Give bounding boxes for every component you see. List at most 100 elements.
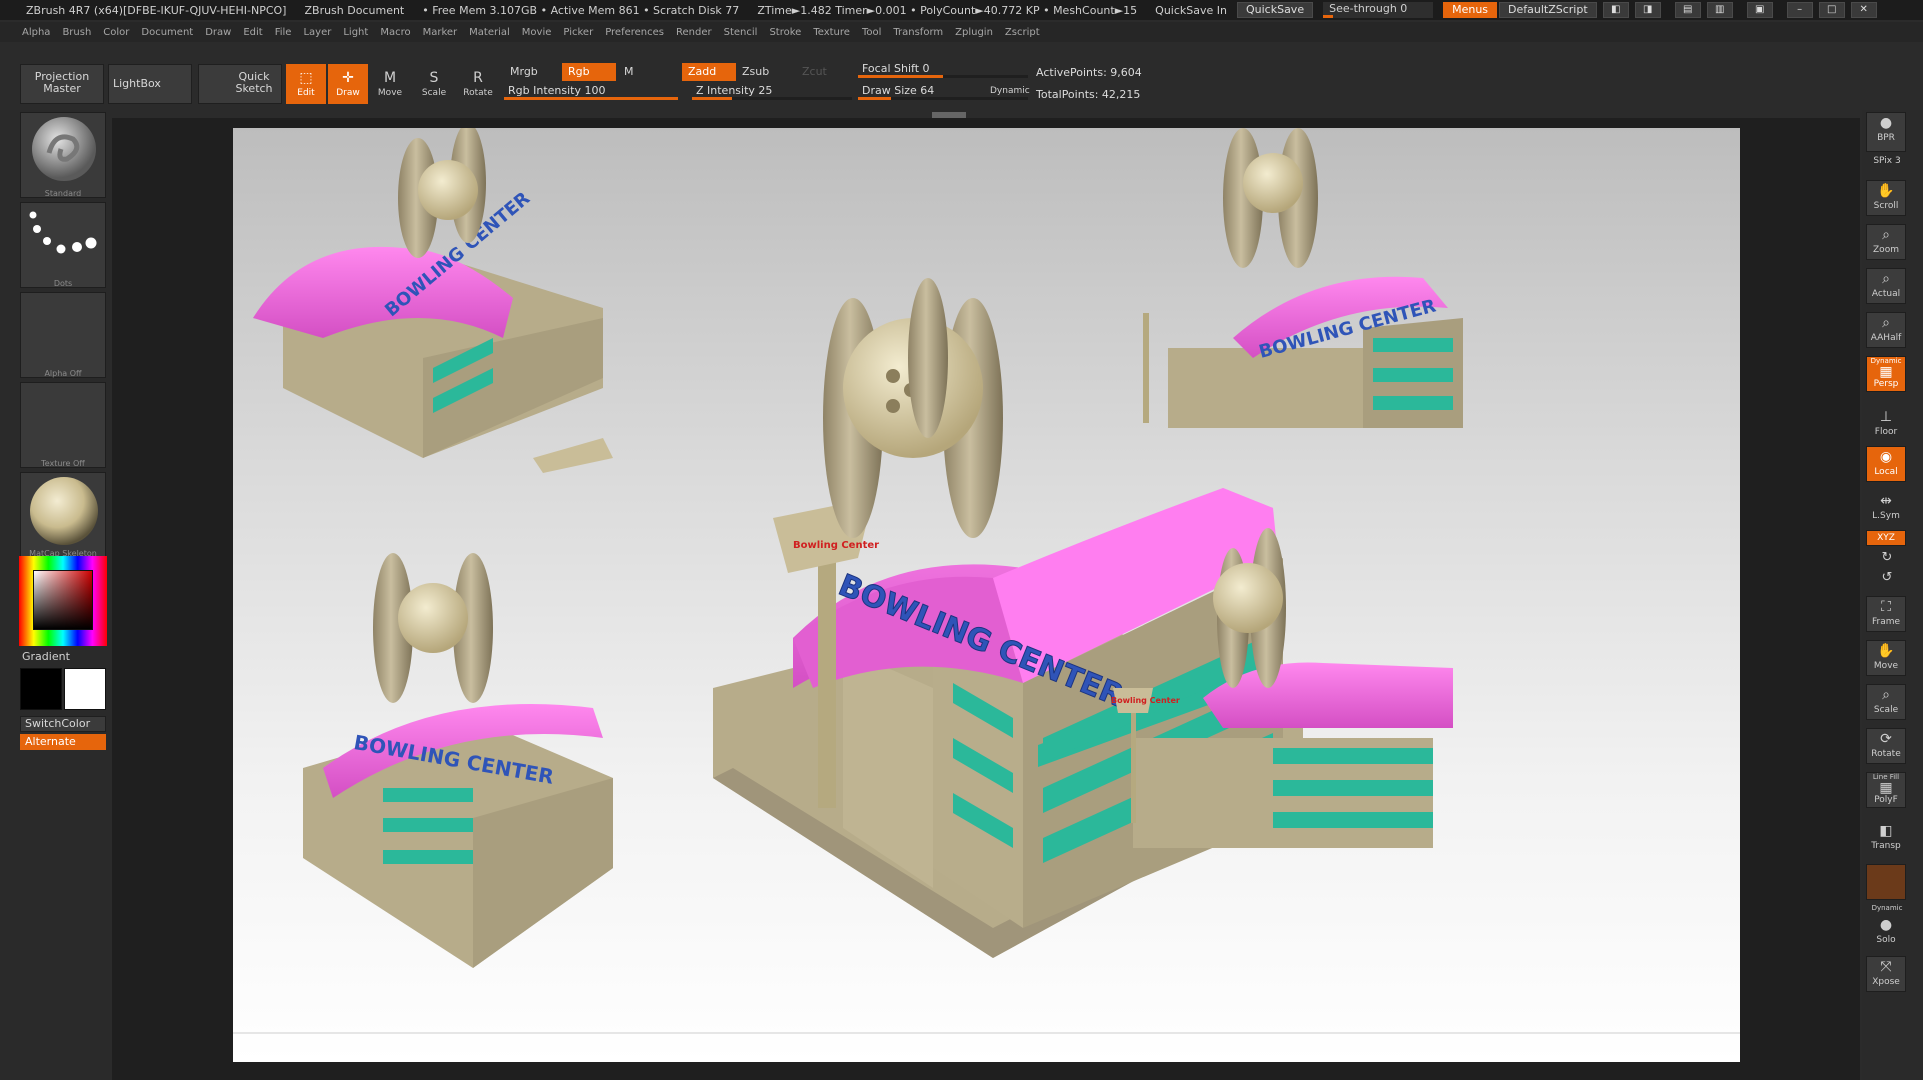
lock-icon[interactable]: ▣ bbox=[1746, 2, 1773, 18]
rotate-z-icon[interactable]: ↺ bbox=[1866, 570, 1908, 585]
rgb-button[interactable]: Rgb bbox=[562, 63, 616, 81]
menu-color[interactable]: Color bbox=[103, 27, 129, 38]
palette-icon-2[interactable]: ▥ bbox=[1706, 2, 1733, 18]
stroke-thumbnail[interactable]: Dots bbox=[20, 202, 106, 288]
main-color-swatch[interactable] bbox=[20, 668, 62, 710]
bowling-center-renders: BOWLING CENTER Bowling Center BOWLING CE… bbox=[233, 128, 1740, 1034]
scale-button[interactable]: S Scale bbox=[414, 64, 454, 104]
color-picker[interactable] bbox=[19, 556, 107, 646]
switchcolor-button[interactable]: SwitchColor bbox=[20, 716, 106, 732]
default-zscript-button[interactable]: DefaultZScript bbox=[1499, 2, 1597, 18]
layout-toggle-icon[interactable]: ◧ bbox=[1602, 2, 1629, 18]
alpha-thumbnail[interactable]: Alpha Off bbox=[20, 292, 106, 378]
persp-button[interactable]: Dynamic ▦ Persp bbox=[1866, 356, 1906, 392]
rotate-view-button[interactable]: ⟳ Rotate bbox=[1866, 728, 1906, 764]
zcut-button[interactable]: Zcut bbox=[796, 63, 846, 81]
menu-layer[interactable]: Layer bbox=[303, 27, 331, 38]
scroll-button[interactable]: ✋ Scroll bbox=[1866, 180, 1906, 216]
focal-shift-slider[interactable]: Focal Shift 0 bbox=[858, 62, 1028, 78]
xyz-button[interactable]: XYZ bbox=[1866, 530, 1906, 546]
menu-draw[interactable]: Draw bbox=[205, 27, 231, 38]
menu-light[interactable]: Light bbox=[343, 27, 368, 38]
menus-button[interactable]: Menus bbox=[1443, 2, 1498, 18]
zsub-button[interactable]: Zsub bbox=[736, 63, 794, 81]
m-button[interactable]: M bbox=[618, 63, 672, 81]
quicksave-button[interactable]: QuickSave bbox=[1236, 2, 1314, 18]
local-button[interactable]: ◉ Local bbox=[1866, 446, 1906, 482]
xpose-button[interactable]: ⤧ Xpose bbox=[1866, 956, 1906, 992]
projection-master-button[interactable]: Projection Master bbox=[20, 64, 104, 104]
quick-sketch-button[interactable]: Quick Sketch bbox=[198, 64, 282, 104]
menu-transform[interactable]: Transform bbox=[893, 27, 943, 38]
spix-slider[interactable]: SPix 3 bbox=[1866, 156, 1908, 166]
color-saturation-square[interactable] bbox=[33, 570, 93, 630]
persp-label: Persp bbox=[1873, 379, 1899, 389]
see-through-slider[interactable]: See-through 0 bbox=[1323, 2, 1434, 18]
transp-button[interactable]: ◧ Transp bbox=[1866, 820, 1906, 856]
frame-label: Frame bbox=[1871, 617, 1901, 627]
bowling-center-top-right-model: BOWLING CENTER bbox=[1143, 128, 1463, 428]
menu-brush[interactable]: Brush bbox=[62, 27, 91, 38]
minimize-icon[interactable]: – bbox=[1786, 2, 1813, 18]
move-button[interactable]: M Move bbox=[370, 64, 410, 104]
alternate-button[interactable]: Alternate bbox=[20, 734, 106, 750]
solo-button[interactable]: ● Solo bbox=[1866, 914, 1906, 950]
menu-zscript[interactable]: Zscript bbox=[1005, 27, 1040, 38]
lightbox-button[interactable]: LightBox bbox=[108, 64, 192, 104]
rotate-y-icon[interactable]: ↻ bbox=[1866, 550, 1908, 565]
aahalf-button[interactable]: ⌕ AAHalf bbox=[1866, 312, 1906, 348]
menu-material[interactable]: Material bbox=[469, 27, 510, 38]
menu-marker[interactable]: Marker bbox=[423, 27, 458, 38]
secondary-color-swatch[interactable] bbox=[64, 668, 106, 710]
menu-file[interactable]: File bbox=[275, 27, 292, 38]
total-points-readout: TotalPoints: 42,215 bbox=[1036, 88, 1141, 101]
actual-button[interactable]: ⌕ Actual bbox=[1866, 268, 1906, 304]
floor-button[interactable]: ⊥ Floor bbox=[1866, 406, 1906, 442]
texture-thumbnail[interactable]: Texture Off bbox=[20, 382, 106, 468]
ghost-button[interactable] bbox=[1866, 864, 1906, 900]
menu-alpha[interactable]: Alpha bbox=[22, 27, 50, 38]
alpha-name: Alpha Off bbox=[44, 369, 82, 378]
frame-button[interactable]: ⛶ Frame bbox=[1866, 596, 1906, 632]
menu-macro[interactable]: Macro bbox=[380, 27, 410, 38]
zadd-button[interactable]: Zadd bbox=[682, 63, 736, 81]
menu-movie[interactable]: Movie bbox=[522, 27, 552, 38]
standard-brush-icon bbox=[32, 117, 96, 181]
close-icon[interactable]: ✕ bbox=[1850, 2, 1877, 18]
layout-toggle-icon-2[interactable]: ◨ bbox=[1634, 2, 1661, 18]
zoom-button[interactable]: ⌕ Zoom bbox=[1866, 224, 1906, 260]
menu-render[interactable]: Render bbox=[676, 27, 712, 38]
z-intensity-slider[interactable]: Z Intensity 25 bbox=[692, 84, 852, 100]
document-canvas[interactable]: BOWLING CENTER Bowling Center BOWLING CE… bbox=[233, 128, 1740, 1062]
mrgb-button[interactable]: Mrgb bbox=[504, 63, 562, 81]
menu-picker[interactable]: Picker bbox=[563, 27, 593, 38]
menu-stencil[interactable]: Stencil bbox=[724, 27, 758, 38]
quick-sketch-label: Quick Sketch bbox=[235, 70, 273, 95]
material-thumbnail[interactable]: MatCap Skeleton bbox=[20, 472, 106, 558]
move-view-button[interactable]: ✋ Move bbox=[1866, 640, 1906, 676]
menu-tool[interactable]: Tool bbox=[862, 27, 881, 38]
menu-document[interactable]: Document bbox=[141, 27, 193, 38]
edit-button[interactable]: ⬚ Edit bbox=[286, 64, 326, 104]
rotate-button[interactable]: R Rotate bbox=[458, 64, 498, 104]
rotate-label: Rotate bbox=[463, 88, 493, 98]
texture-name: Texture Off bbox=[41, 459, 85, 468]
scale-view-button[interactable]: ⌕ Scale bbox=[1866, 684, 1906, 720]
menu-preferences[interactable]: Preferences bbox=[605, 27, 664, 38]
menu-edit[interactable]: Edit bbox=[243, 27, 262, 38]
maximize-icon[interactable]: □ bbox=[1818, 2, 1845, 18]
menu-stroke[interactable]: Stroke bbox=[769, 27, 801, 38]
viewport-scroll-handle[interactable] bbox=[932, 112, 966, 118]
bpr-button[interactable]: ● BPR bbox=[1866, 112, 1906, 152]
palette-icon[interactable]: ▤ bbox=[1674, 2, 1701, 18]
polyf-button[interactable]: Line Fill ▦ PolyF bbox=[1866, 772, 1906, 808]
menu-zplugin[interactable]: Zplugin bbox=[955, 27, 993, 38]
lsym-button[interactable]: ⇹ L.Sym bbox=[1866, 490, 1906, 526]
draw-button[interactable]: ✛ Draw bbox=[328, 64, 368, 104]
scale-label: Scale bbox=[421, 88, 447, 98]
dynamic-toggle[interactable]: Dynamic bbox=[990, 86, 1030, 96]
brush-thumbnail[interactable]: Standard bbox=[20, 112, 106, 198]
menu-texture[interactable]: Texture bbox=[813, 27, 850, 38]
rgb-intensity-slider[interactable]: Rgb Intensity 100 bbox=[504, 84, 678, 100]
xpose-label: Xpose bbox=[1872, 977, 1900, 987]
